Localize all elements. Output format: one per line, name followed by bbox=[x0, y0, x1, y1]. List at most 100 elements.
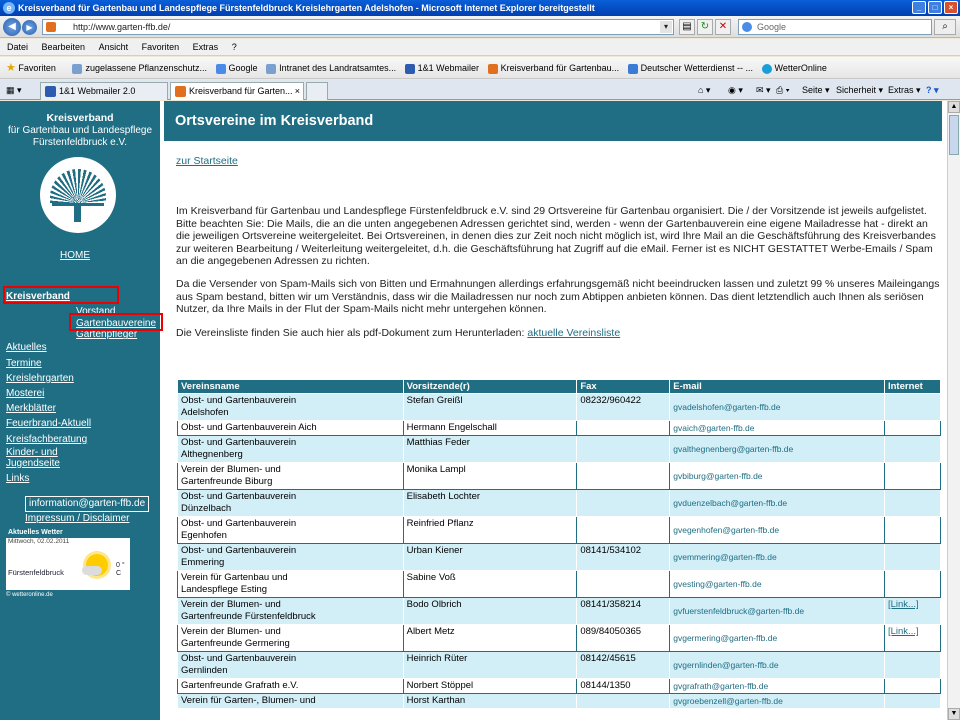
email-cell: gvgroebenzell@garten-ffb.de bbox=[669, 693, 885, 709]
fav-item-webmailer[interactable]: 1&1 Webmailer bbox=[404, 57, 479, 78]
nav-feuerbrand[interactable]: Feuerbrand-Aktuell bbox=[6, 416, 156, 431]
new-tab-button[interactable] bbox=[306, 82, 328, 100]
email-cell: gvgermering@garten-ffb.de bbox=[669, 624, 885, 652]
nav-gartenpfleger[interactable]: Gartenpfleger bbox=[76, 329, 156, 340]
extras-menu[interactable]: Extras ▾ bbox=[888, 80, 921, 100]
favorites-button[interactable]: ★ Favoriten bbox=[6, 57, 56, 78]
tab-webmailer[interactable]: 1&1 Webmailer 2.0 bbox=[40, 82, 168, 100]
verein-name-cell: Obst- und Gartenbauverein Althegnenberg bbox=[177, 435, 404, 463]
tab-kreisverband[interactable]: Kreisverband für Garten... × bbox=[170, 82, 304, 100]
fav-item-wetterdienst[interactable]: Deutscher Wetterdienst -- ... bbox=[627, 57, 753, 78]
col-fax: Fax bbox=[576, 379, 671, 394]
close-button[interactable]: × bbox=[944, 1, 958, 14]
feeds-icon[interactable]: ◉ ▾ bbox=[728, 80, 743, 100]
maximize-button[interactable]: □ bbox=[928, 1, 942, 14]
fav-item-wetteronline[interactable]: WetterOnline bbox=[761, 57, 827, 78]
nav-mosterei[interactable]: Mosterei bbox=[6, 386, 156, 401]
verein-name-cell: Verein für Garten-, Blumen- und bbox=[177, 693, 404, 709]
print-icon[interactable]: ⎙ ▾ bbox=[776, 80, 789, 100]
scroll-thumb[interactable] bbox=[949, 115, 959, 155]
email-cell: gvgrafrath@garten-ffb.de bbox=[669, 678, 885, 694]
table-row: Gartenfreunde Grafrath e.V. Norbert Stöpp… bbox=[177, 678, 942, 694]
vertical-scrollbar[interactable]: ▲ ▼ bbox=[947, 101, 960, 720]
fav-item-kreisverband[interactable]: Kreisverband für Gartenbau... bbox=[487, 57, 619, 78]
tab-bar: ▦ ▾ 1&1 Webmailer 2.0 Kreisverband für G… bbox=[0, 80, 960, 100]
sicherheit-menu[interactable]: Sicherheit ▾ bbox=[836, 80, 883, 100]
email-cell: gvaich@garten-ffb.de bbox=[669, 420, 885, 436]
stop-icon[interactable]: ✕ bbox=[715, 19, 731, 35]
email-cell: gvduenzelbach@garten-ffb.de bbox=[669, 489, 885, 517]
menu-bar: Datei Bearbeiten Ansicht Favoriten Extra… bbox=[0, 39, 960, 56]
website-link[interactable]: [Link...] bbox=[883, 597, 942, 625]
email-cell: gvesting@garten-ffb.de bbox=[669, 570, 885, 598]
nav-kreislehrgarten[interactable]: Kreislehrgarten bbox=[6, 371, 156, 386]
internet-cell bbox=[883, 651, 942, 679]
nav-aktuelles[interactable]: Aktuelles bbox=[6, 340, 156, 355]
fav-item-google[interactable]: Google bbox=[215, 57, 258, 78]
forward-icon[interactable]: ▶ bbox=[22, 20, 37, 35]
verein-name-cell: Obst- und Gartenbauverein Egenhofen bbox=[177, 516, 404, 544]
weather-widget[interactable]: Aktuelles Wetter Mittwoch, 02.02.2011 Fü… bbox=[6, 528, 130, 590]
home-icon[interactable]: ⌂ ▾ bbox=[698, 80, 710, 100]
chair-cell: Albert Metz bbox=[402, 624, 578, 652]
start-page-link[interactable]: zur Startseite bbox=[176, 155, 238, 167]
seite-menu[interactable]: Seite ▾ bbox=[802, 80, 830, 100]
scroll-down-icon[interactable]: ▼ bbox=[948, 708, 960, 720]
menu-help[interactable]: ? bbox=[232, 42, 237, 52]
table-row: Obst- und Gartenbauverein Emmering Urban K… bbox=[177, 543, 942, 571]
menu-datei[interactable]: Datei bbox=[7, 42, 28, 52]
star-icon: ★ bbox=[6, 62, 16, 74]
help-icon[interactable]: ? ▾ bbox=[926, 80, 939, 100]
menu-favoriten[interactable]: Favoriten bbox=[142, 42, 180, 52]
email-cell: gvalthegnenberg@garten-ffb.de bbox=[669, 435, 885, 463]
chair-cell: Sabine Voß bbox=[402, 570, 578, 598]
impressum-link[interactable]: Impressum / Disclaimer bbox=[25, 513, 129, 524]
fav-item-intranet[interactable]: Intranet des Landratsamtes... bbox=[266, 57, 396, 78]
table-row: Obst- und Gartenbauverein Dünzelbach Elisa… bbox=[177, 489, 942, 517]
chair-cell: Monika Lampl bbox=[402, 462, 578, 490]
compatibility-icon[interactable]: ▤ bbox=[679, 19, 695, 35]
nav-links[interactable]: Links bbox=[6, 471, 156, 486]
nav-termine[interactable]: Termine bbox=[6, 356, 156, 371]
fav-item-pflanzenschutz[interactable]: zugelassene Pflanzenschutz... bbox=[72, 57, 207, 78]
nav-kinder-jugend[interactable]: Kinder- und Jugendseite bbox=[6, 447, 156, 469]
address-field[interactable]: http://www.garten-ffb.de/ ▾ bbox=[42, 19, 674, 35]
minimize-button[interactable]: _ bbox=[912, 1, 926, 14]
table-row: Obst- und Gartenbauverein Althegnenberg Ma… bbox=[177, 435, 942, 463]
address-dropdown-icon[interactable]: ▾ bbox=[660, 21, 672, 33]
menu-bearbeiten[interactable]: Bearbeiten bbox=[42, 42, 86, 52]
email-cell: gvfuerstenfeldbruck@garten-ffb.de bbox=[669, 597, 885, 625]
website-link[interactable]: [Link...] bbox=[883, 624, 942, 652]
search-input[interactable]: Google bbox=[738, 19, 932, 35]
google-icon bbox=[742, 22, 752, 32]
fax-cell bbox=[576, 516, 671, 544]
nav-merkblaetter[interactable]: Merkblätter bbox=[6, 401, 156, 416]
vereinsliste-pdf-link[interactable]: aktuelle Vereinsliste bbox=[527, 327, 620, 339]
address-url: http://www.garten-ffb.de/ bbox=[73, 22, 171, 32]
scroll-up-icon[interactable]: ▲ bbox=[948, 101, 960, 113]
tab-close-icon[interactable]: × bbox=[295, 83, 300, 100]
menu-extras[interactable]: Extras bbox=[193, 42, 219, 52]
nav-kreisfachberatung[interactable]: Kreisfachberatung bbox=[6, 432, 156, 447]
internet-cell bbox=[883, 462, 942, 490]
internet-cell bbox=[883, 693, 942, 709]
mail-icon[interactable]: ✉ ▾ bbox=[756, 80, 771, 100]
chair-cell: Reinfried Pflanz bbox=[402, 516, 578, 544]
weather-credit[interactable]: © wetteronline.de bbox=[6, 592, 53, 598]
spam-notice: Da die Versender von Spam-Mails sich von… bbox=[176, 278, 940, 316]
email-cell: gvegenhofen@garten-ffb.de bbox=[669, 516, 885, 544]
col-email: E-mail bbox=[669, 379, 885, 394]
verein-name-cell: Gartenfreunde Grafrath e.V. bbox=[177, 678, 404, 694]
chair-cell: Matthias Feder bbox=[402, 435, 578, 463]
search-icon[interactable]: ⌕ bbox=[934, 19, 956, 35]
google-icon bbox=[215, 63, 226, 74]
fax-cell bbox=[576, 693, 671, 709]
fax-cell: 08232/960422 bbox=[576, 393, 671, 421]
quick-tabs-icon[interactable]: ▦ ▾ bbox=[6, 80, 22, 100]
menu-ansicht[interactable]: Ansicht bbox=[99, 42, 129, 52]
back-icon[interactable]: ◀ bbox=[3, 18, 21, 36]
home-link[interactable]: HOME bbox=[60, 250, 90, 261]
refresh-icon[interactable]: ↻ bbox=[697, 19, 713, 35]
sun-tree-logo bbox=[40, 157, 116, 233]
webmailer-icon bbox=[45, 86, 56, 97]
